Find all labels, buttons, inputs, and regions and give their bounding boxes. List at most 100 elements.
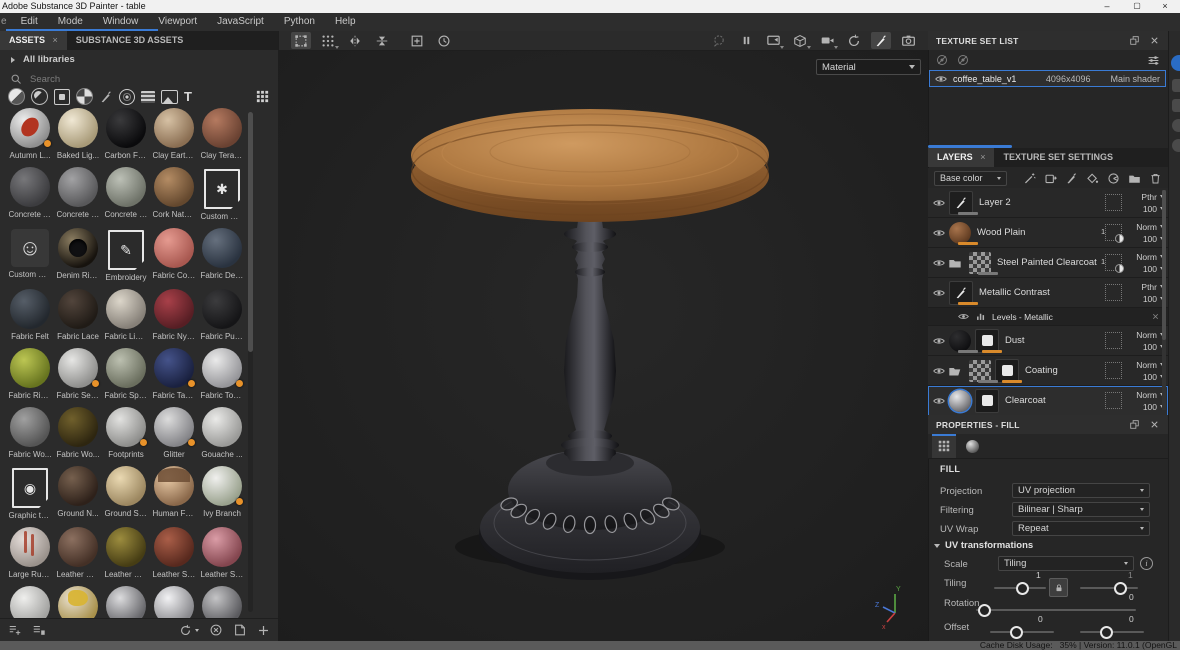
shelf-log-icon[interactable] [1172,139,1180,152]
all-libraries-row[interactable]: All libraries [10,54,75,65]
layer-mask-thumbnail[interactable] [975,328,999,353]
close-panel-icon[interactable] [1149,419,1160,430]
folder-open-icon[interactable] [948,364,962,378]
filter-materials-icon[interactable] [8,88,25,105]
tab-material-properties[interactable] [960,434,984,458]
tiling-lock-button[interactable] [1049,578,1068,597]
assets-scrollbar-thumb[interactable] [248,112,253,352]
asset-thumbnail[interactable] [202,108,242,148]
opacity-select[interactable]: 100 [1126,402,1164,412]
layer-mask-thumbnail[interactable] [995,358,1019,383]
clear-filters-icon[interactable] [209,623,223,637]
float-panel-icon[interactable] [1129,419,1140,430]
asset-item[interactable]: Baked Lig... [57,108,100,160]
screenshot-tool[interactable] [898,32,918,49]
asset-thumbnail[interactable] [106,108,146,148]
eye-icon[interactable] [933,395,945,407]
asset-thumbnail[interactable] [154,289,194,329]
filter-smart-masks-icon[interactable] [54,88,70,105]
delete-layer-icon[interactable] [1149,172,1162,185]
blend-mode-select[interactable]: Norm [1126,252,1164,262]
blend-mode-select[interactable]: Norm [1126,390,1164,400]
asset-thumbnail[interactable] [154,108,194,148]
asset-thumbnail[interactable] [202,348,243,388]
asset-thumbnail[interactable]: ✱ [204,169,240,209]
asset-thumbnail[interactable] [106,289,146,329]
shelf-display-settings-icon[interactable] [1171,55,1180,71]
asset-thumbnail[interactable] [106,348,146,388]
blend-mode-select[interactable]: Norm [1126,360,1164,370]
close-panel-icon[interactable] [1149,35,1160,46]
blend-mode-select[interactable]: Pthr [1126,282,1164,292]
asset-item[interactable]: ◉ Graphic to... [9,466,52,520]
projection-select[interactable]: UV projection [1012,483,1150,498]
filter-environments-icon[interactable] [161,89,178,104]
asset-item[interactable]: Fabric Linen [105,289,148,341]
add-tool[interactable] [407,32,427,49]
asset-item[interactable]: Human Fe... [153,466,196,520]
asset-thumbnail[interactable] [10,289,50,329]
scale-select[interactable]: Tiling [998,556,1134,571]
tab-fill-properties[interactable] [932,434,956,458]
asset-thumbnail[interactable] [10,348,50,388]
info-icon[interactable]: i [1140,557,1153,570]
asset-thumbnail[interactable] [58,466,98,506]
asset-item[interactable]: Fabric Spa... [105,348,148,400]
asset-item[interactable]: Concrete A... [9,167,52,221]
asset-thumbnail[interactable] [106,167,146,207]
asset-item[interactable]: Autumn L... [9,108,52,160]
layer-thumbnail[interactable] [949,329,971,352]
grid-view-icon[interactable] [255,89,270,104]
asset-item[interactable]: Medium A... [57,586,100,618]
filter-textures-icon[interactable] [141,90,155,103]
asset-item[interactable]: Metal Brus... [105,586,148,618]
layer-thumbnail[interactable] [949,221,971,244]
asset-thumbnail[interactable] [58,586,98,618]
asset-thumbnail[interactable] [10,167,50,207]
new-library-icon[interactable] [233,623,247,637]
mask-placeholder[interactable] [1105,284,1122,301]
asset-thumbnail[interactable] [10,407,50,447]
remove-effect-icon[interactable] [1151,312,1160,321]
asset-thumbnail[interactable] [58,348,99,388]
asset-thumbnail[interactable] [202,466,243,506]
search-input[interactable] [28,72,212,86]
shelf-shader-settings-icon[interactable] [1172,79,1180,92]
asset-thumbnail[interactable] [202,586,242,618]
opacity-select[interactable]: 100 [1126,204,1164,214]
asset-item[interactable]: Fabric Tarp... [153,348,196,400]
mask-placeholder[interactable] [1105,332,1122,349]
filter-filters-icon[interactable] [76,88,93,105]
layer-thumbnail[interactable] [969,251,991,274]
asset-thumbnail[interactable] [106,407,147,447]
menu-item-python[interactable]: Python [274,13,325,31]
slider-handle[interactable] [978,604,991,617]
offset-y-slider[interactable] [1080,626,1144,639]
add-asset-icon[interactable] [257,624,270,637]
eye-icon[interactable] [933,257,945,269]
import-resources-icon[interactable] [8,623,22,637]
opacity-select[interactable]: 100 [1126,294,1164,304]
mask-placeholder[interactable] [1105,362,1122,379]
shelf-history-icon[interactable] [1172,119,1180,132]
mask-placeholder[interactable]: 1 [1101,224,1124,243]
eye-icon[interactable] [958,311,969,322]
eye-icon[interactable] [933,197,945,209]
tiling-y-slider[interactable] [1080,582,1138,595]
tab-texture-set-settings[interactable]: TEXTURE SET SETTINGS [994,148,1122,167]
asset-item[interactable]: Fabric Lace [57,289,100,341]
asset-item[interactable]: Fabric Seam [57,348,100,400]
folder-icon[interactable] [948,256,962,270]
asset-thumbnail[interactable] [154,348,195,388]
assets-scrollbar-track[interactable] [248,112,253,612]
asset-item[interactable]: Ivy Branch [201,466,244,520]
asset-thumbnail[interactable] [58,167,98,207]
add-fill-layer-icon[interactable] [1086,172,1099,185]
layer-row[interactable]: Coating Norm 100 [928,356,1168,386]
minimize-button[interactable]: – [1094,0,1120,13]
asset-thumbnail[interactable] [154,167,194,207]
asset-thumbnail[interactable] [202,527,242,567]
asset-item[interactable]: Metal Galv... [201,586,244,618]
mirror-tool[interactable] [345,32,365,49]
geometry-view-button[interactable] [790,32,811,49]
